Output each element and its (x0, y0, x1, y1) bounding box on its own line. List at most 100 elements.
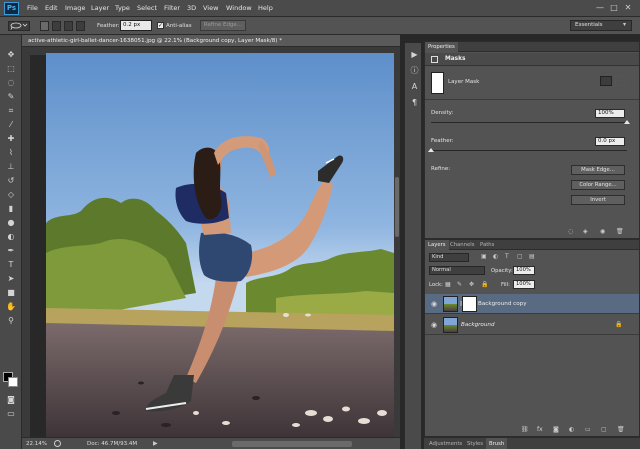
menu-3d[interactable]: 3D (187, 0, 196, 17)
dodge-tool-icon[interactable]: ◐ (4, 231, 18, 243)
layer-mask-thumbnail[interactable] (431, 72, 444, 94)
layer-name[interactable]: Background (461, 315, 495, 335)
healing-brush-tool-icon[interactable]: ✚ (4, 133, 18, 145)
tab-properties[interactable]: Properties (425, 42, 458, 52)
tab-brush[interactable]: Brush (486, 438, 508, 449)
filter-type-icon[interactable]: T (505, 253, 509, 260)
close-window-button[interactable]: ✕ (623, 3, 633, 13)
maximize-button[interactable]: □ (609, 3, 619, 13)
toggle-mask-icon[interactable]: ◉ (600, 228, 605, 235)
brush-tool-icon[interactable]: ⌇ (4, 147, 18, 159)
density-slider-thumb[interactable] (624, 120, 630, 124)
layer-style-icon[interactable]: fx (537, 426, 543, 433)
character-panel-icon[interactable]: A (409, 81, 420, 92)
tab-adjustments[interactable]: Adjustments (426, 438, 465, 449)
shape-tool-icon[interactable]: ■ (4, 287, 18, 299)
filter-pixel-icon[interactable]: ▣ (481, 253, 487, 260)
layer-row-background-copy[interactable]: ◉ ⛓ Background copy (425, 294, 639, 314)
feather-slider-track[interactable] (431, 150, 627, 151)
menu-filter[interactable]: Filter (164, 0, 180, 17)
feather-input[interactable]: 0.2 px (120, 20, 152, 31)
new-group-icon[interactable]: ▭ (585, 426, 591, 433)
eyedropper-tool-icon[interactable]: ⁄ (4, 119, 18, 131)
density-input[interactable]: 100% (595, 109, 625, 118)
layer-filter-select[interactable]: Kind (429, 253, 469, 262)
vertical-scroll-thumb[interactable] (395, 177, 399, 237)
lock-all-icon[interactable]: 🔒 (481, 281, 488, 288)
path-selection-tool-icon[interactable]: ➤ (4, 273, 18, 285)
invert-button[interactable]: Invert (571, 195, 625, 205)
play-action-icon[interactable]: ▶ (409, 49, 420, 60)
filter-smart-object-icon[interactable]: ▤ (529, 253, 535, 260)
menu-select[interactable]: Select (137, 0, 157, 17)
hand-tool-icon[interactable]: ✋ (4, 301, 18, 313)
menu-type[interactable]: Type (115, 0, 130, 17)
fill-input[interactable]: 100% (513, 280, 535, 289)
subtract-from-selection-icon[interactable] (64, 21, 73, 31)
status-arrow-icon[interactable]: ▶ (153, 440, 158, 447)
add-to-selection-icon[interactable] (52, 21, 61, 31)
info-icon[interactable] (54, 440, 61, 447)
pixel-mask-icon[interactable] (600, 76, 612, 86)
adjustment-layer-icon[interactable]: ◐ (569, 426, 574, 433)
marquee-tool-icon[interactable]: ⬚ (4, 63, 18, 75)
move-tool-icon[interactable]: ✥ (4, 49, 18, 61)
menu-window[interactable]: Window (226, 0, 252, 17)
lock-position-icon[interactable]: ✥ (469, 281, 474, 288)
mask-edge-button[interactable]: Mask Edge... (571, 165, 625, 175)
new-selection-icon[interactable] (40, 21, 49, 31)
layer-name[interactable]: Background copy (478, 294, 527, 314)
menu-edit[interactable]: Edit (45, 0, 58, 17)
tab-layers[interactable]: Layers (425, 240, 449, 250)
link-layers-icon[interactable]: ⛓ (521, 426, 529, 433)
visibility-eye-icon[interactable]: ◉ (429, 320, 439, 330)
crop-tool-icon[interactable]: ⌗ (4, 105, 18, 117)
vertical-scrollbar[interactable] (394, 47, 400, 437)
zoom-tool-icon[interactable]: ⚲ (4, 315, 18, 327)
layer-mask-thumbnail-small[interactable] (462, 296, 477, 312)
tab-channels[interactable]: Channels (447, 240, 478, 250)
tab-paths[interactable]: Paths (477, 240, 497, 250)
info-panel-icon[interactable]: ⓘ (409, 65, 420, 76)
filter-shape-icon[interactable]: ▢ (517, 253, 523, 260)
blend-mode-select[interactable]: Normal (429, 266, 485, 275)
filter-adjustment-icon[interactable]: ◐ (493, 253, 498, 260)
add-mask-icon[interactable]: ◙ (553, 426, 559, 433)
feather-slider-thumb[interactable] (428, 148, 434, 152)
delete-layer-icon[interactable]: 🗑 (617, 426, 625, 433)
clone-stamp-tool-icon[interactable]: ⊥ (4, 161, 18, 173)
menu-file[interactable]: File (27, 0, 38, 17)
menu-layer[interactable]: Layer (91, 0, 109, 17)
refine-edge-button[interactable]: Refine Edge... (200, 20, 246, 31)
minimize-button[interactable]: — (595, 3, 605, 13)
density-slider-track[interactable] (431, 122, 627, 123)
vector-mask-icon[interactable] (615, 76, 627, 86)
quick-select-tool-icon[interactable]: ✎ (4, 91, 18, 103)
menu-help[interactable]: Help (258, 0, 273, 17)
background-color-swatch[interactable] (8, 377, 18, 387)
horizontal-scroll-thumb[interactable] (232, 441, 352, 447)
color-range-button[interactable]: Color Range... (571, 180, 625, 190)
tab-styles[interactable]: Styles (464, 438, 486, 449)
apply-mask-icon[interactable]: ◈ (583, 228, 588, 235)
gradient-tool-icon[interactable]: ▮ (4, 203, 18, 215)
paragraph-panel-icon[interactable]: ¶ (409, 97, 420, 108)
zoom-level[interactable]: 22.14% (26, 438, 47, 449)
quick-mask-icon[interactable]: ◙ (4, 394, 18, 406)
menu-image[interactable]: Image (65, 0, 85, 17)
visibility-eye-icon[interactable]: ◉ (429, 299, 439, 309)
screen-mode-icon[interactable]: ▭ (4, 408, 18, 420)
feather-prop-input[interactable]: 0.0 px (595, 137, 625, 146)
blur-tool-icon[interactable]: ● (4, 217, 18, 229)
intersect-selection-icon[interactable] (76, 21, 85, 31)
delete-mask-icon[interactable]: 🗑 (616, 228, 624, 235)
eraser-tool-icon[interactable]: ◇ (4, 189, 18, 201)
menu-view[interactable]: View (203, 0, 218, 17)
layer-row-background[interactable]: ◉ Background 🔒 (425, 315, 639, 335)
lasso-tool-icon[interactable]: ◌ (4, 77, 18, 89)
opacity-input[interactable]: 100% (513, 266, 535, 275)
new-layer-icon[interactable]: ▢ (601, 426, 607, 433)
antialias-checkbox[interactable]: ✓ (157, 22, 164, 29)
type-tool-icon[interactable]: T (4, 259, 18, 271)
document-tab[interactable]: active-athletic-girl-ballet-dancer-16380… (22, 35, 400, 47)
